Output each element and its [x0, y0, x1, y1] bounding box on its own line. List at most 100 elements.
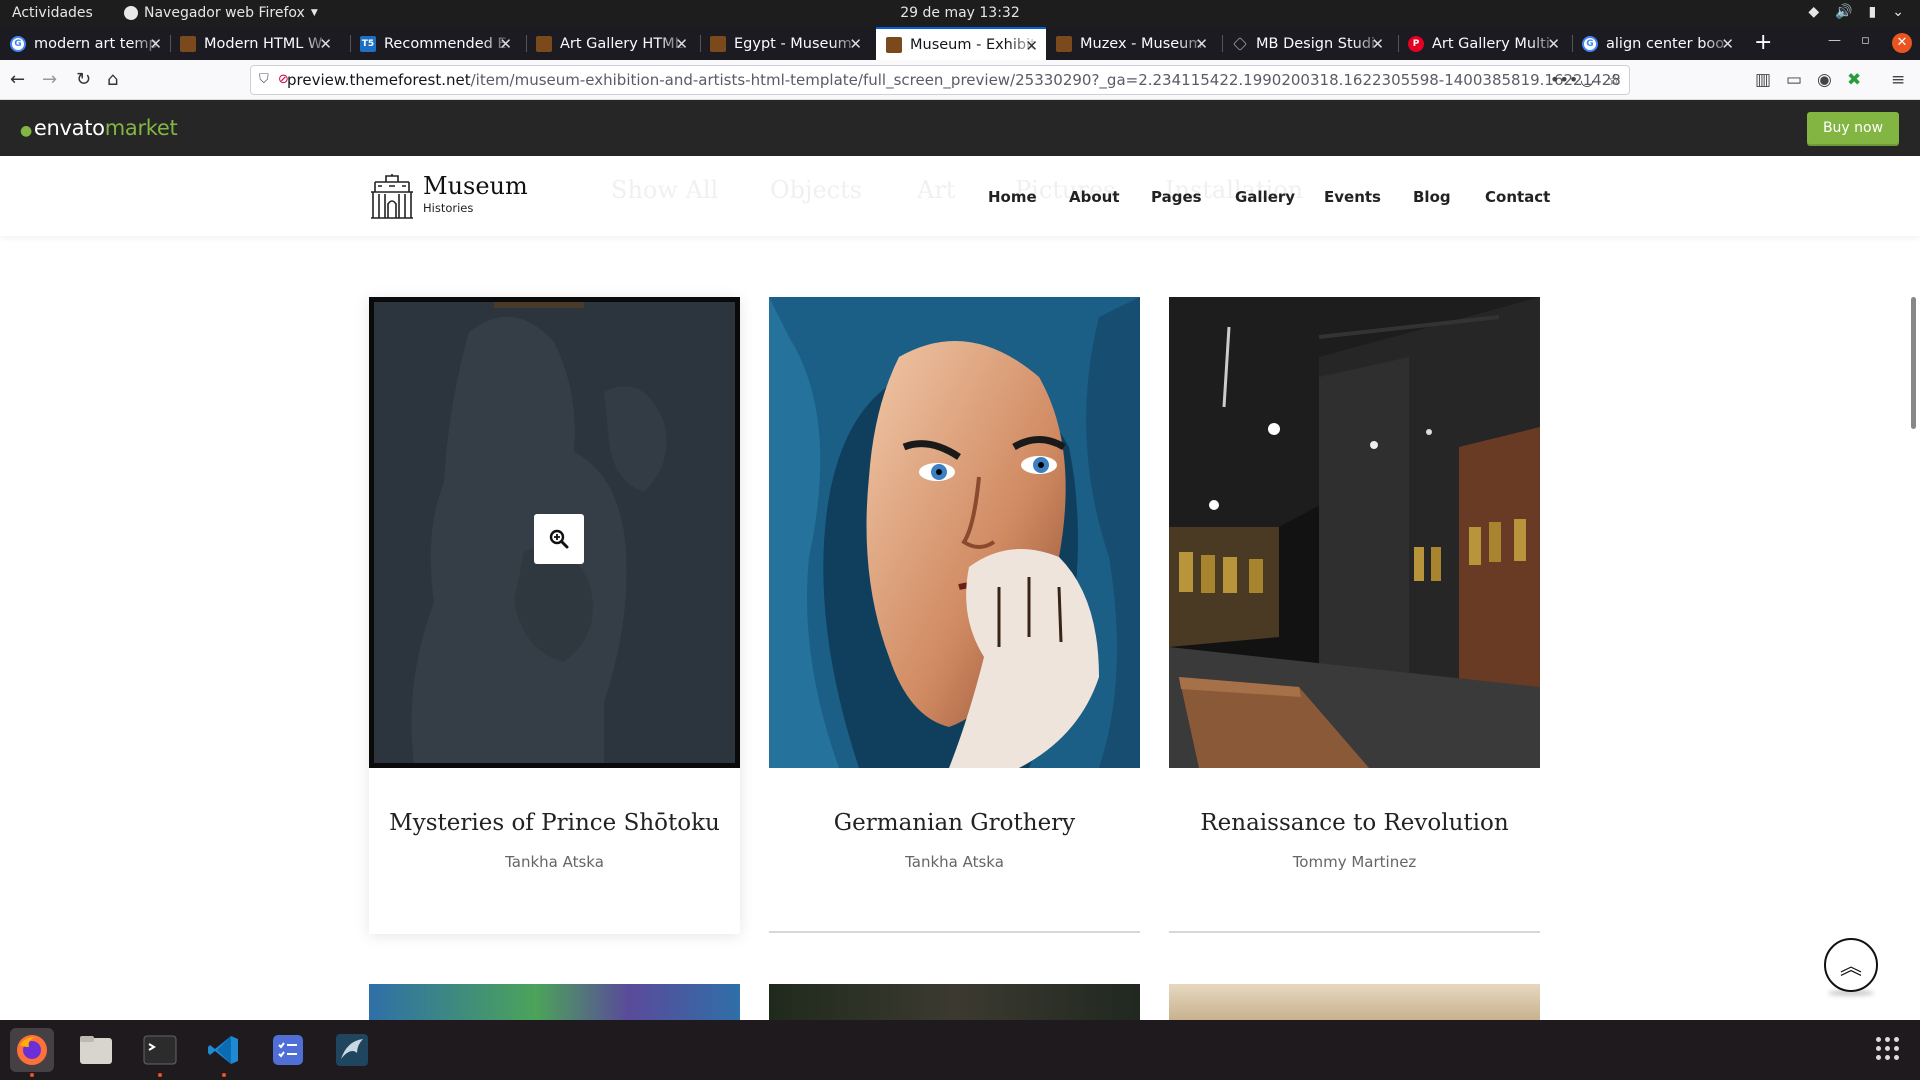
system-tray[interactable]: ◆ 🔊 ▮ ⌄	[1808, 4, 1904, 20]
close-icon[interactable]: ✕	[675, 35, 688, 53]
system-top-bar: Actividades Navegador web Firefox ▼ 29 d…	[0, 0, 1920, 27]
nav-gallery[interactable]: Gallery	[1235, 188, 1295, 206]
browser-tab[interactable]: G modern art temp ✕	[0, 27, 170, 60]
files-dock-item[interactable]	[74, 1028, 118, 1072]
insecure-lock-icon[interactable]: ⊘	[278, 72, 289, 87]
sidebar-icon[interactable]: ▭	[1786, 70, 1802, 90]
nav-home[interactable]: Home	[988, 188, 1037, 206]
tab-title: Art Gallery Multi	[1432, 35, 1550, 52]
artwork-artist: Tankha Atska	[905, 853, 1004, 871]
extension-icon[interactable]: ✖	[1847, 70, 1861, 90]
close-icon[interactable]: ✕	[1195, 35, 1208, 53]
browser-tab-active[interactable]: Museum - Exhibit ✕	[876, 27, 1046, 60]
restore-button[interactable]: ▫	[1861, 33, 1870, 48]
close-icon[interactable]: ✕	[319, 35, 332, 53]
running-indicator	[158, 1073, 162, 1077]
browser-tab[interactable]: Art Gallery HTML ✕	[526, 27, 696, 60]
checklist-icon	[273, 1035, 303, 1065]
gallery-image-watercolor[interactable]	[369, 984, 740, 1020]
tasks-dock-item[interactable]	[266, 1028, 310, 1072]
shield-icon[interactable]: ⛉	[259, 72, 269, 87]
show-applications-grid-icon[interactable]	[1876, 1037, 1899, 1060]
nav-blog[interactable]: Blog	[1413, 188, 1451, 206]
gallery-image-portrait[interactable]	[769, 297, 1140, 768]
zoom-button[interactable]	[534, 514, 584, 564]
gallery-caption: Renaissance to Revolution Tommy Martinez	[1169, 810, 1540, 871]
firefox-dock-item[interactable]	[10, 1028, 54, 1077]
gallery-image-landscape[interactable]	[1169, 984, 1540, 1020]
nav-pages[interactable]: Pages	[1151, 188, 1202, 206]
nav-events[interactable]: Events	[1324, 188, 1381, 206]
close-icon[interactable]: ✕	[149, 35, 162, 53]
browser-tab[interactable]: T5 Recommended E ✕	[350, 27, 520, 60]
browser-tab[interactable]: MB Design Studi ✕	[1222, 27, 1392, 60]
minimize-button[interactable]: —	[1828, 33, 1841, 48]
portrait-painting	[769, 297, 1140, 768]
envato-bar: ●envatomarket	[0, 100, 1920, 156]
close-icon[interactable]: ✕	[1547, 35, 1560, 53]
browser-tab[interactable]: Modern HTML W ✕	[170, 27, 340, 60]
buy-now-button[interactable]: Buy now	[1807, 112, 1899, 144]
battery-icon: ▮	[1868, 4, 1877, 20]
site-logo-subtitle: Histories	[423, 201, 474, 215]
gallery-image-sculpture[interactable]	[769, 984, 1140, 1020]
browser-navigation-bar: ← → ↻ ⌂ ⛉ ⊘ preview.themeforest.net/item…	[0, 60, 1920, 100]
gallery-image-statue[interactable]	[369, 297, 740, 768]
bookmark-star-icon[interactable]: ☆	[1607, 70, 1621, 89]
terminal-dock-item[interactable]	[138, 1028, 182, 1077]
browser-tab[interactable]: G align center boo ✕	[1572, 27, 1742, 60]
browser-tab-strip: G modern art temp ✕ Modern HTML W ✕ T5 R…	[0, 27, 1920, 60]
gallery-image-exhibition-room[interactable]	[1169, 297, 1540, 768]
pocket-icon[interactable]: ◡	[1580, 70, 1594, 89]
close-icon[interactable]: ✕	[1721, 35, 1734, 53]
url-bar[interactable]: ⛉ ⊘ preview.themeforest.net/item/museum-…	[250, 65, 1630, 95]
tab-title: align center boo	[1606, 35, 1725, 52]
url-path: /item/museum-exhibition-and-artists-html…	[470, 71, 1621, 89]
vscode-dock-item[interactable]	[202, 1028, 246, 1077]
tab-title: Art Gallery HTML	[560, 35, 683, 52]
scroll-to-top-button[interactable]: ︽	[1824, 938, 1878, 992]
museum-icon	[710, 35, 726, 52]
tab-title: Muzex - Museum	[1080, 35, 1203, 52]
running-indicator	[30, 1073, 34, 1077]
browser-tab[interactable]: Egypt - Museum ✕	[700, 27, 870, 60]
close-icon[interactable]: ✕	[1025, 37, 1038, 55]
close-icon[interactable]: ✕	[499, 35, 512, 53]
page-actions-icon[interactable]: •••	[1550, 70, 1578, 89]
close-icon[interactable]: ✕	[849, 35, 862, 53]
envato-logo[interactable]: ●envatomarket	[20, 116, 178, 140]
museum-building-icon	[371, 174, 413, 219]
tab-title: modern art temp	[34, 35, 158, 52]
leaf-icon: ●	[20, 123, 32, 139]
dolphin-icon	[336, 1034, 368, 1066]
close-icon[interactable]: ✕	[1371, 35, 1384, 53]
page-scrollbar[interactable]	[1911, 297, 1916, 429]
site-logo[interactable]: Museum Histories	[369, 172, 528, 220]
browser-tab[interactable]: P Art Gallery Multi ✕	[1398, 27, 1568, 60]
window-close-button[interactable]: ✕	[1892, 33, 1912, 53]
artwork-title[interactable]: Renaissance to Revolution	[1169, 810, 1540, 836]
forward-button[interactable]: →	[42, 69, 57, 91]
chevron-double-up-icon: ︽	[1839, 955, 1862, 980]
artwork-title[interactable]: Mysteries of Prince Shōtoku	[369, 810, 740, 836]
account-icon[interactable]: ◉	[1817, 70, 1832, 90]
new-tab-button[interactable]: +	[1754, 30, 1772, 55]
mysql-workbench-dock-item[interactable]	[330, 1028, 374, 1072]
url-host: preview.themeforest.net	[287, 71, 471, 89]
library-icon[interactable]: ▥	[1755, 70, 1771, 90]
browser-tab[interactable]: Muzex - Museum ✕	[1046, 27, 1216, 60]
gallery-card[interactable]: Mysteries of Prince Shōtoku Tankha Atska	[369, 297, 740, 934]
artwork-title[interactable]: Germanian Grothery	[769, 810, 1140, 836]
back-button[interactable]: ←	[10, 69, 25, 91]
filter-ghost-item: Objects	[770, 176, 863, 204]
home-button[interactable]: ⌂	[107, 69, 118, 91]
nav-about[interactable]: About	[1069, 188, 1120, 206]
system-clock[interactable]: 29 de may 13:32	[0, 5, 1920, 21]
nav-contact[interactable]: Contact	[1485, 188, 1550, 206]
menu-icon[interactable]: ≡	[1891, 70, 1905, 90]
t5-icon: T5	[360, 35, 376, 52]
tab-title: Museum - Exhibit	[910, 36, 1036, 53]
reload-button[interactable]: ↻	[76, 69, 91, 91]
exhibition-room-photo	[1169, 297, 1540, 768]
google-icon: G	[1582, 35, 1598, 52]
